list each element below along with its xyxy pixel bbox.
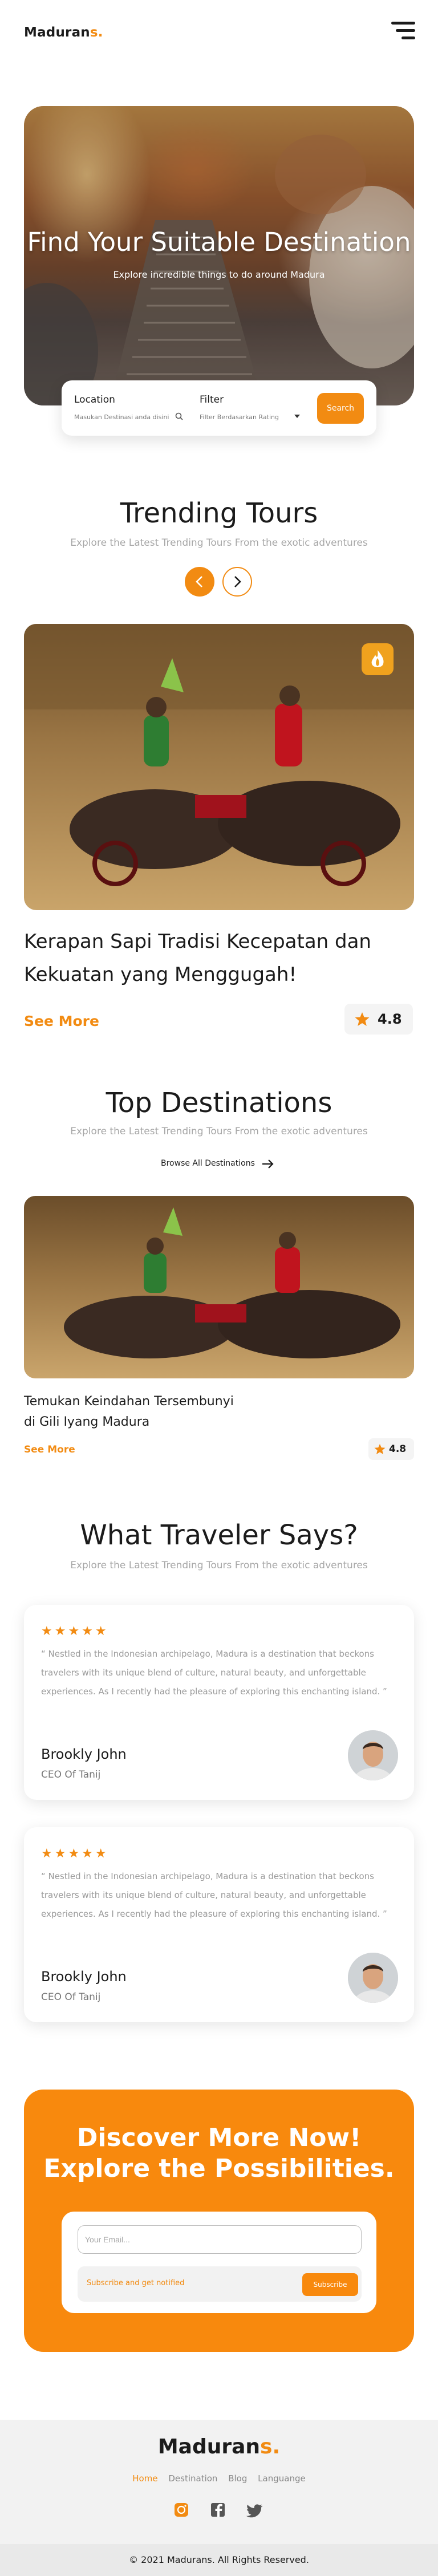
footer-logo-accent: s. [260,2435,281,2459]
chevron-right-icon [234,576,241,587]
rating-badge: 4.8 [344,1004,413,1035]
see-more-link[interactable]: See More [24,1444,75,1455]
subscribe-button[interactable]: Subscribe [302,2273,358,2296]
copyright: © 2021 Madurans. All Rights Reserved. [0,2544,438,2576]
trending-card-title[interactable]: Kerapan Sapi Tradisi Kecepatan dan Kekua… [24,925,414,991]
arrow-right-icon [262,1159,274,1169]
destination-image[interactable] [24,1196,414,1378]
footer-nav-home[interactable]: Home [132,2473,157,2484]
footer-nav-language[interactable]: Languange [258,2473,306,2484]
footer-nav: Home Destination Blog Languange [0,2473,438,2484]
prev-button[interactable] [185,567,214,597]
destinations-subtitle: Explore the Latest Trending Tours From t… [70,1126,368,1137]
destinations-title: Top Destinations [106,1087,332,1119]
cta-title-line1: Discover More Now! [76,2123,362,2152]
chevron-left-icon [196,576,202,587]
search-button[interactable]: Search [317,393,364,424]
testimonials-subtitle: Explore the Latest Trending Tours From t… [70,1560,368,1571]
hero-subtitle: Explore incredible things to do around M… [113,269,325,280]
destination-photo [24,1196,414,1378]
location-field[interactable]: Masukan Destinasi anda disini [74,413,169,421]
reviewer-name: Brookly John [41,1969,127,1985]
trending-badge [362,643,394,675]
rating-stars: ★★★★★ [41,1847,109,1861]
location-label: Location [74,394,115,405]
reviewer-name: Brookly John [41,1746,127,1762]
footer-logo[interactable]: Madurans. [0,2435,438,2459]
footer-logo-text: Maduran [157,2435,261,2459]
subscribe-row: Subscribe and get notified Subscribe [78,2266,362,2302]
browse-all-label: Browse All Destinations [161,1159,255,1168]
star-icon [355,1012,370,1026]
destination-title-line1: Temukan Keindahan Tersembunyi [24,1394,234,1409]
rating-badge: 4.8 [368,1438,414,1460]
reviewer-role: CEO Of Tanij [41,1991,101,2003]
reviewer-role: CEO Of Tanij [41,1769,101,1780]
testimonial-quote: “ Nestled in the Indonesian archipelago,… [41,1871,387,1919]
logo-accent: s. [90,25,103,40]
cta-title: Discover More Now! Explore the Possibili… [24,2123,414,2184]
facebook-icon[interactable] [211,2503,225,2517]
search-icon [175,412,183,420]
destination-title-line2: di Gili Iyang Madura [24,1415,150,1429]
footer-nav-blog[interactable]: Blog [228,2473,247,2484]
next-button[interactable] [222,567,252,597]
trending-subtitle: Explore the Latest Trending Tours From t… [70,537,368,549]
avatar [348,1730,398,1780]
testimonial-card: ★★★★★ “ Nestled in the Indonesian archip… [24,1827,414,2022]
rating-value: 4.8 [378,1011,402,1027]
rating-stars: ★★★★★ [41,1624,109,1638]
testimonials-title: What Traveler Says? [80,1519,358,1551]
trending-tour-image[interactable] [24,624,414,910]
logo-text: Maduran [24,25,90,40]
testimonial-quote: “ Nestled in the Indonesian archipelago,… [41,1649,387,1697]
chevron-down-icon[interactable] [294,415,300,419]
hero-title: Find Your Suitable Destination [27,227,411,257]
hamburger-menu-icon[interactable] [391,22,415,40]
fire-icon [371,650,384,667]
rating-value: 4.8 [389,1443,407,1455]
search-panel: Location Masukan Destinasi anda disini F… [62,380,376,436]
footer-nav-destination[interactable]: Destination [168,2473,217,2484]
destination-card-title[interactable]: Temukan Keindahan Tersembunyi di Gili Iy… [24,1392,309,1433]
see-more-link[interactable]: See More [24,1013,99,1029]
subscribe-note: Subscribe and get notified [87,2279,185,2287]
cta-title-line2: Explore the Possibilities. [43,2154,395,2183]
bull-race-photo [24,624,414,910]
social-links [0,2501,438,2521]
browse-all-link[interactable]: Browse All Destinations [161,1155,281,1173]
site-logo[interactable]: Madurans. [24,25,103,40]
avatar [348,1953,398,2003]
filter-select[interactable]: Filter Berdasarkan Rating [200,413,279,421]
instagram-icon[interactable] [175,2503,188,2517]
testimonial-card: ★★★★★ “ Nestled in the Indonesian archip… [24,1605,414,1800]
star-icon [374,1444,386,1454]
twitter-icon[interactable] [246,2504,263,2518]
trending-title: Trending Tours [120,497,318,529]
filter-label: Filter [200,394,224,405]
email-field[interactable] [78,2225,362,2254]
subscribe-panel: Subscribe and get notified Subscribe [62,2212,376,2313]
